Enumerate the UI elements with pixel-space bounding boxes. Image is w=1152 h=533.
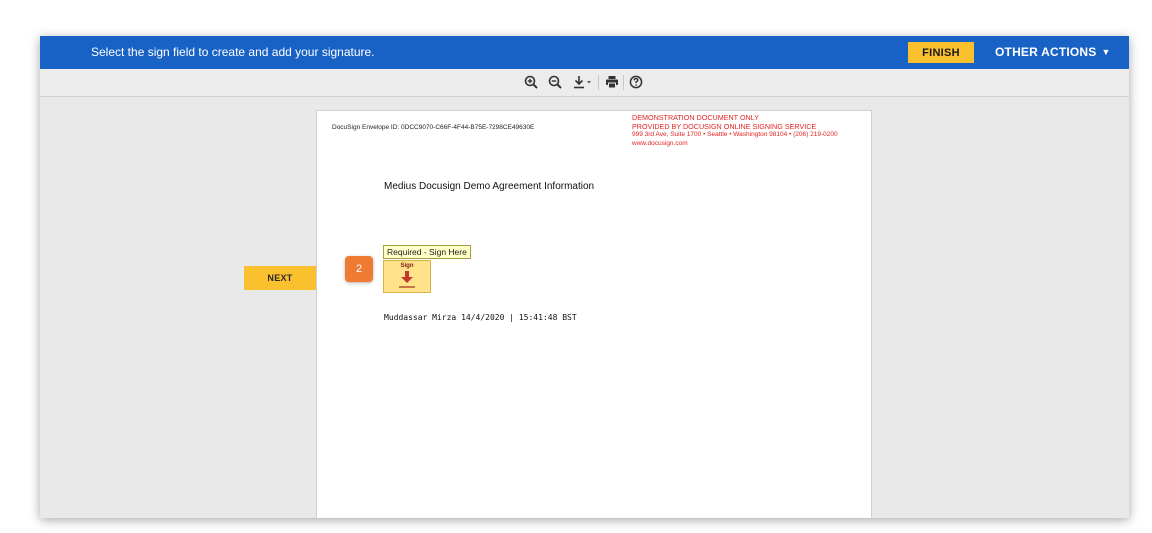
- top-bar: Select the sign field to create and add …: [40, 36, 1129, 69]
- signing-window: Select the sign field to create and add …: [40, 36, 1129, 518]
- zoom-in-icon[interactable]: [522, 73, 540, 91]
- help-icon[interactable]: [627, 73, 645, 91]
- instruction-text: Select the sign field to create and add …: [91, 45, 375, 59]
- toolbar-divider: [623, 75, 624, 90]
- viewer-toolbar: [40, 69, 1129, 97]
- other-actions-menu[interactable]: OTHER ACTIONS ▼: [995, 45, 1111, 59]
- finish-button[interactable]: FINISH: [908, 42, 974, 63]
- document-page: DocuSign Envelope ID: 0DCC9070-C66F-4F44…: [316, 110, 872, 518]
- envelope-id: DocuSign Envelope ID: 0DCC9070-C66F-4F44…: [332, 124, 535, 131]
- sign-here-tooltip: Required - Sign Here: [383, 245, 471, 259]
- sign-arrow-icon: [399, 271, 415, 288]
- zoom-out-icon[interactable]: [546, 73, 564, 91]
- demo-stamp: DEMONSTRATION DOCUMENT ONLY PROVIDED BY …: [632, 113, 838, 148]
- print-icon[interactable]: [603, 73, 621, 91]
- agreement-title: Medius Docusign Demo Agreement Informati…: [384, 181, 595, 192]
- demo-stamp-line: PROVIDED BY DOCUSIGN ONLINE SIGNING SERV…: [632, 121, 817, 131]
- sign-field-label: Sign: [400, 263, 414, 269]
- other-actions-label: OTHER ACTIONS: [995, 45, 1097, 59]
- chevron-down-icon: ▼: [1101, 47, 1111, 57]
- demo-stamp-line: 999 3rd Ave, Suite 1700 • Seattle • Wash…: [632, 131, 838, 138]
- demo-stamp-line: www.docusign.com: [632, 139, 688, 147]
- step-badge: 2: [345, 256, 373, 282]
- sign-field[interactable]: Sign: [383, 260, 431, 293]
- signature-timestamp: Muddassar Mirza 14/4/2020 | 15:41:48 BST: [384, 313, 577, 322]
- download-icon[interactable]: [572, 73, 594, 91]
- next-button[interactable]: NEXT: [244, 266, 316, 290]
- toolbar-divider: [598, 75, 599, 90]
